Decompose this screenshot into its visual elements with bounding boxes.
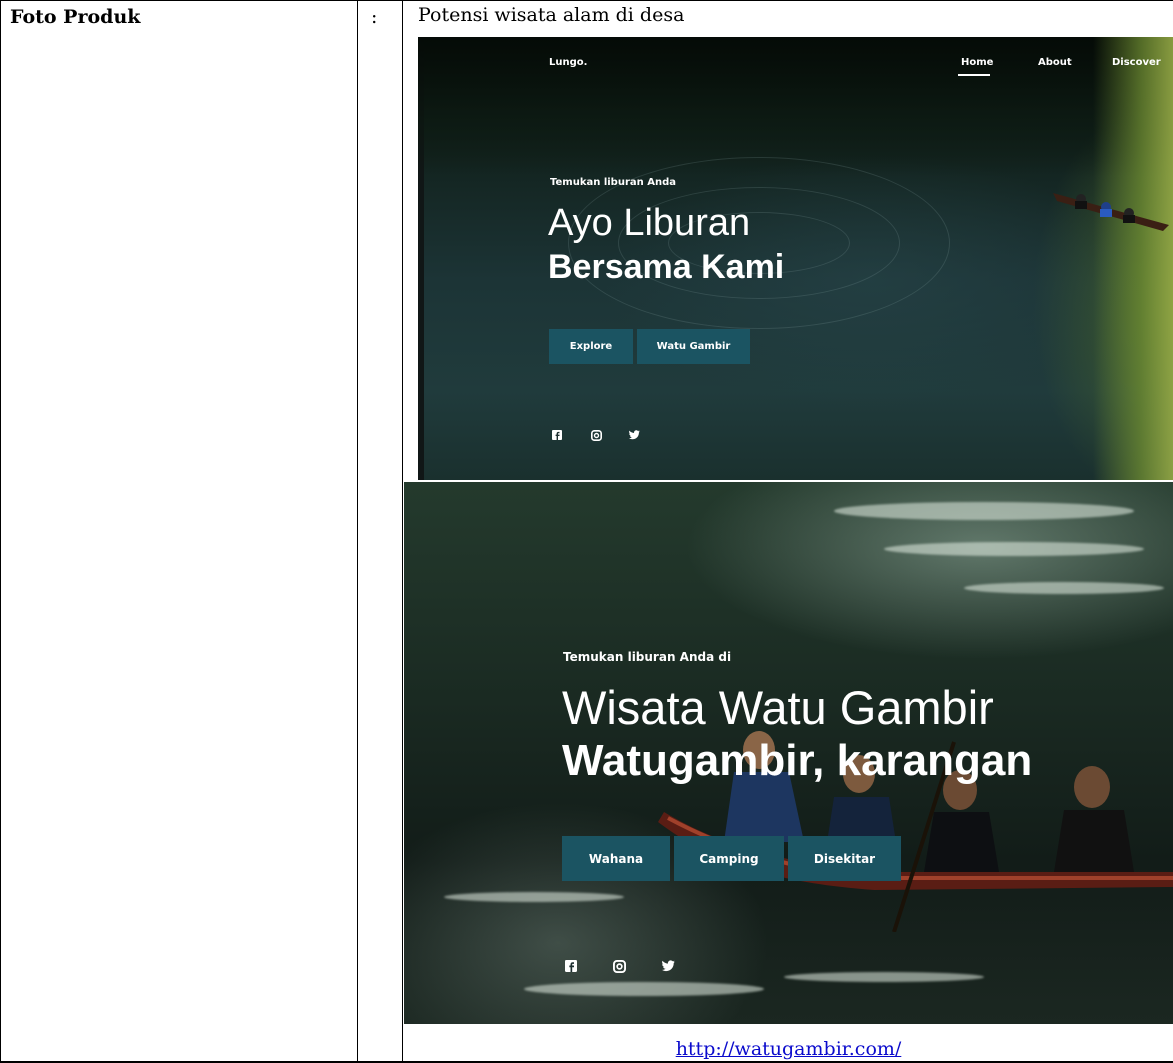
water-glare bbox=[834, 502, 1134, 520]
product-photo-table: Foto Produk : Potensi wisata alam di des… bbox=[0, 0, 1173, 1063]
disekitar-button[interactable]: Disekitar bbox=[788, 836, 901, 881]
explore-button[interactable]: Explore bbox=[549, 329, 633, 364]
table-divider-2 bbox=[402, 0, 403, 1063]
nav-active-indicator bbox=[958, 74, 990, 76]
website-url-link[interactable]: http://watugambir.com/ bbox=[404, 1038, 1173, 1060]
nav-discover[interactable]: Discover bbox=[1112, 57, 1161, 68]
hero-subheadline: Bersama Kami bbox=[548, 248, 785, 286]
watu-gambir-button[interactable]: Watu Gambir bbox=[637, 329, 750, 364]
site-logo[interactable]: Lungo. bbox=[549, 57, 587, 68]
website-screenshot-hero-1: Lungo. Home About Discover Temukan libur… bbox=[418, 37, 1173, 480]
nav-home[interactable]: Home bbox=[961, 57, 993, 68]
colon-cell: : bbox=[371, 6, 378, 28]
water-glare bbox=[784, 972, 984, 982]
water-glare bbox=[964, 582, 1164, 594]
website-screenshot-hero-2: Temukan liburan Anda di Wisata Watu Gamb… bbox=[404, 482, 1173, 1024]
instagram-icon[interactable] bbox=[612, 959, 626, 973]
riverbank-grass bbox=[1093, 37, 1173, 480]
wahana-button[interactable]: Wahana bbox=[562, 836, 670, 881]
water-glare bbox=[524, 982, 764, 996]
instagram-icon[interactable] bbox=[590, 429, 602, 441]
water-glare bbox=[444, 892, 624, 902]
camping-button[interactable]: Camping bbox=[674, 836, 784, 881]
caption-text: Potensi wisata alam di desa bbox=[418, 4, 685, 26]
table-border-top bbox=[0, 0, 1173, 1]
canoe-illustration bbox=[1053, 193, 1169, 231]
hero-subheadline: Watugambir, karangan bbox=[562, 736, 1033, 785]
twitter-icon[interactable] bbox=[661, 959, 675, 973]
hero-kicker: Temukan liburan Anda bbox=[550, 177, 676, 188]
hero-headline: Wisata Watu Gambir bbox=[562, 681, 994, 734]
facebook-icon[interactable] bbox=[551, 429, 563, 441]
facebook-icon[interactable] bbox=[564, 959, 578, 973]
water-glare bbox=[884, 542, 1144, 556]
twitter-icon[interactable] bbox=[628, 429, 640, 441]
hero-headline: Ayo Liburan bbox=[548, 202, 751, 244]
table-divider-1 bbox=[357, 0, 358, 1063]
hero-kicker: Temukan liburan Anda di bbox=[563, 650, 732, 664]
table-border-left bbox=[0, 0, 1, 1063]
nav-about[interactable]: About bbox=[1038, 57, 1072, 68]
label-cell: Foto Produk bbox=[10, 6, 141, 28]
